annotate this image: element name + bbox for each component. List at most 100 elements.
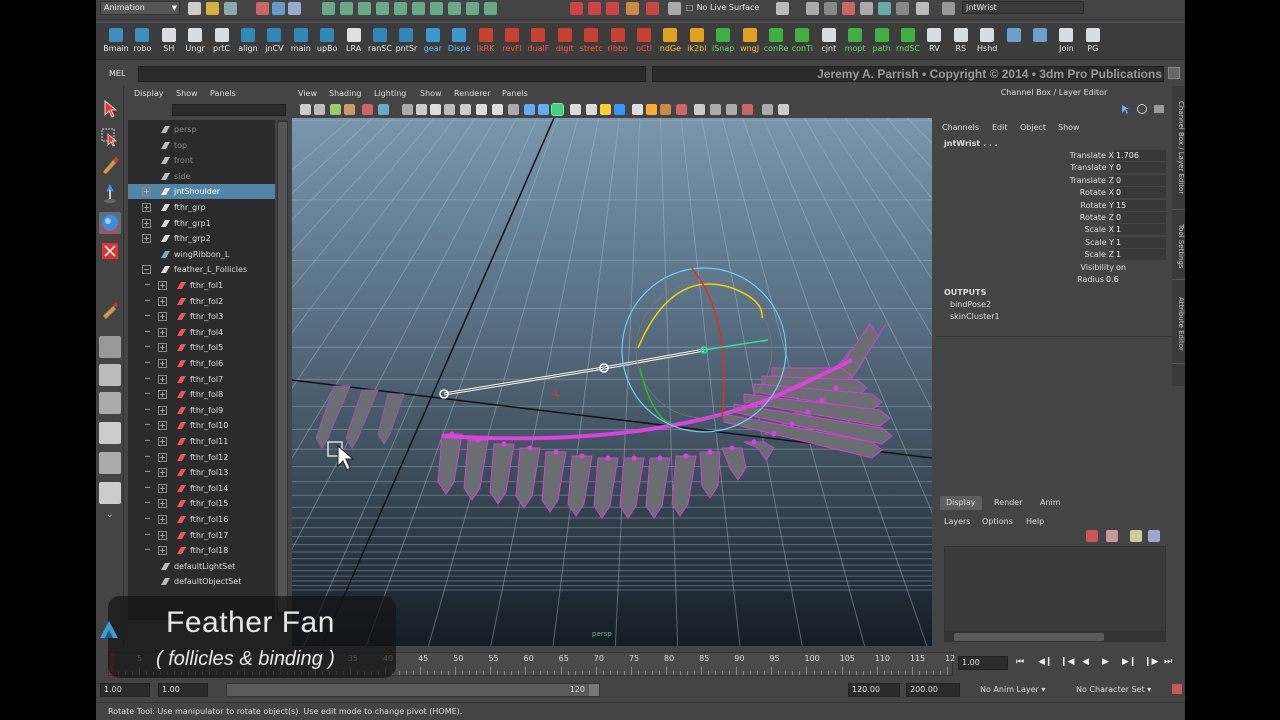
open-scene-icon[interactable] [206,2,219,15]
outliner-item[interactable]: ─ + fthr_fol9 [128,403,275,418]
outliner-item[interactable]: ─ + fthr_fol15 [128,496,275,511]
viewport-toolbar-icon[interactable] [344,104,355,115]
outliner-item[interactable]: ─ + fthr_fol17 [128,528,275,543]
expand-icon[interactable]: + [158,499,167,509]
viewport-toolbar-icon[interactable] [430,104,441,115]
shelf-button[interactable]: path [870,27,894,59]
render-settings-icon[interactable] [860,2,873,15]
outliner-item[interactable]: ─ + fthr_fol13 [128,465,275,480]
shelf-button[interactable]: gear [421,27,445,59]
shelf-button[interactable]: SH [157,27,181,59]
script-editor-icon[interactable] [1168,67,1180,79]
expand-icon[interactable]: + [158,546,167,556]
range-bar-handle[interactable] [589,684,599,696]
viewport-toolbar-icon[interactable] [632,104,643,115]
shelf-button[interactable]: prtC [210,27,234,59]
layout-more-icon[interactable]: ⌄ [99,510,121,522]
viewport-toolbar-icon[interactable] [586,104,597,115]
outliner-item[interactable]: ─ + fthr_fol16 [128,512,275,527]
channel-box-toggle-icons[interactable] [1116,102,1170,116]
outliner-item[interactable]: ─ + fthr_fol18 [128,543,275,558]
pick-mask-icon[interactable] [322,2,335,15]
playback-start-field[interactable]: 1.00 [158,683,208,697]
expand-icon[interactable]: + [158,421,167,431]
expand-icon[interactable]: + [158,483,167,493]
hypershade-persp-layout-icon[interactable] [99,452,121,474]
go-to-end-icon[interactable]: ⏭ [1164,657,1172,667]
channel-box-menu-object[interactable]: Object [1020,123,1046,132]
render-view-icon[interactable] [806,2,819,15]
viewport-menu-renderer[interactable]: Renderer [454,89,491,98]
viewport-toolbar-icon[interactable] [742,104,753,115]
pick-mask-icon[interactable] [448,2,461,15]
viewport-menu-panels[interactable]: Panels [502,89,528,98]
shelf-button[interactable]: main [289,27,313,59]
viewport-toolbar-icon[interactable] [710,104,721,115]
viewport-toolbar-icon[interactable] [778,104,789,115]
outliner-item[interactable]: + fthr_grp2 [128,231,275,246]
expand-icon[interactable]: + [158,343,167,353]
pick-mask-icon[interactable] [484,2,497,15]
shelf-button[interactable]: pntSr [394,27,418,59]
snap-point-icon[interactable] [606,2,619,15]
snap-grid-icon[interactable] [570,2,583,15]
shelf-button[interactable]: Dispe [447,27,471,59]
outliner-item[interactable]: defaultLightSet [128,559,275,574]
shelf-button[interactable]: iSnap [711,27,735,59]
mel-label[interactable]: MEL [109,69,125,78]
output-node[interactable]: skinCluster1 [950,312,1000,321]
viewport-toolbar-icon[interactable] [444,104,455,115]
viewport-toolbar-icon[interactable] [300,104,311,115]
pick-mask-icon[interactable] [412,2,425,15]
last-tool-used-icon[interactable] [99,298,121,320]
play-backwards-icon[interactable]: ◀ [1082,657,1089,667]
shelf-button[interactable]: revFl [500,27,524,59]
outliner-filter-input[interactable] [172,104,286,116]
shelf-button[interactable]: ndGe [658,27,682,59]
shelf-button[interactable]: Bmain [103,27,129,59]
attribute-row[interactable]: Translate X 1.706 [936,150,1172,162]
input-field-mode-icon[interactable] [916,2,929,15]
step-back-key-icon[interactable]: ❙◀ [1060,657,1074,667]
viewport-toolbar-icon[interactable] [600,104,611,115]
shelf-button[interactable]: cjnt [817,27,841,59]
pick-mask-icon[interactable] [340,2,353,15]
expand-icon[interactable]: + [158,312,167,322]
expand-icon[interactable]: + [142,234,151,244]
tab-channel-box[interactable]: Channel Box / Layer Editor [1172,86,1185,210]
viewport-scene[interactable]: persp [292,118,932,646]
expand-icon[interactable]: + [142,218,151,228]
collapse-icon[interactable]: − [142,265,151,275]
attribute-row[interactable]: Scale X1 [936,224,1172,236]
outliner-item[interactable]: + fthr_grp1 [128,216,275,231]
shelf-button[interactable]: upBo [315,27,339,59]
viewport-menu-show[interactable]: Show [420,89,442,98]
selected-node-name[interactable]: jntWrist . . . [944,139,998,148]
attribute-value-field[interactable]: 0 [1114,187,1166,199]
expand-icon[interactable]: + [158,530,167,540]
outliner-item[interactable]: defaultObjectSet [128,574,275,589]
layers-menu-options[interactable]: Options [982,517,1013,526]
viewport-menu-view[interactable]: View [298,89,317,98]
move-layer-up-icon[interactable] [1130,530,1142,542]
output-node[interactable]: bindPose2 [950,300,991,309]
render-current-icon[interactable] [824,2,837,15]
attribute-value-field[interactable]: 15 [1114,199,1166,211]
mel-input[interactable] [138,66,646,82]
expand-icon[interactable]: + [158,359,167,368]
expand-icon[interactable]: + [158,296,167,306]
pick-mask-icon[interactable] [358,2,371,15]
attribute-row[interactable]: Scale Z1 [936,249,1172,261]
outliner-item[interactable]: ─ + fthr_fol5 [128,340,275,355]
shelf-button[interactable]: PG [1081,27,1105,59]
range-bar[interactable]: 120 [226,683,600,697]
channel-box-menu-show[interactable]: Show [1058,123,1080,132]
shelf-button[interactable] [1028,27,1052,59]
viewport-toolbar-icon[interactable] [402,104,413,115]
step-forward-frame-icon[interactable]: ❙▶ [1144,657,1158,667]
ipr-render-icon[interactable] [842,2,855,15]
attribute-value-field[interactable]: 1 [1114,236,1166,248]
viewport-toolbar-icon[interactable] [676,104,687,115]
pick-mask-icon[interactable] [394,2,407,15]
shelf-button[interactable]: Join [1054,27,1078,59]
